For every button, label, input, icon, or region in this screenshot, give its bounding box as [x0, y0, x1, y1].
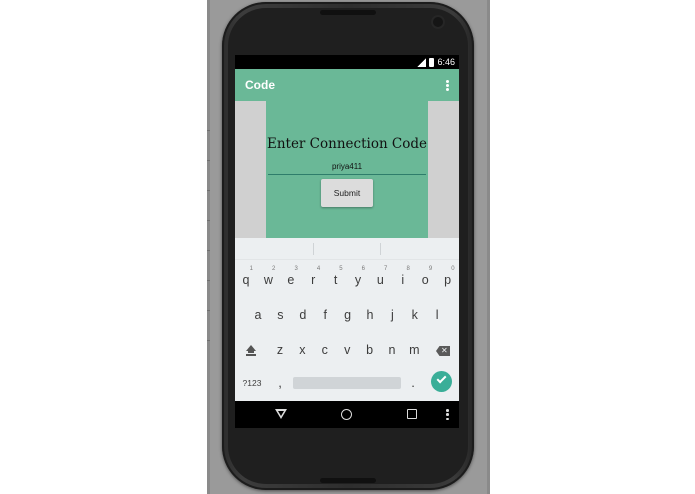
background-tick	[207, 190, 210, 191]
space-bar[interactable]	[293, 377, 401, 389]
background-edge-left	[207, 0, 210, 494]
check-icon	[436, 373, 447, 384]
key-q[interactable]: 1q	[235, 265, 257, 295]
app-title: Code	[245, 78, 275, 92]
key-b[interactable]: b	[359, 335, 381, 365]
shift-icon-stem	[248, 351, 254, 353]
key-hint-4: 4	[316, 266, 321, 272]
battery-icon	[429, 57, 435, 67]
suggestion-divider	[380, 243, 381, 255]
key-t[interactable]: 5t	[325, 265, 347, 295]
background-tick	[207, 250, 210, 251]
key-label: t	[333, 273, 338, 287]
submit-button[interactable]: Submit	[321, 179, 373, 207]
backspace-key[interactable]: ✕	[432, 338, 454, 364]
key-hint-2: 2	[272, 266, 276, 272]
key-hint-0: 0	[451, 266, 455, 272]
key-w[interactable]: 2w	[257, 265, 279, 295]
navigation-bar	[235, 401, 459, 428]
key-j[interactable]: j	[381, 300, 403, 330]
key-hint-9: 9	[428, 266, 433, 272]
background-tick	[207, 310, 210, 311]
key-y[interactable]: 6y	[347, 265, 369, 295]
key-m[interactable]: m	[403, 335, 425, 365]
key-i[interactable]: 8i	[392, 265, 414, 295]
key-x[interactable]: x	[291, 335, 313, 365]
shift-icon-base	[246, 354, 256, 356]
key-hint-1: 1	[249, 266, 253, 272]
key-h[interactable]: h	[359, 300, 381, 330]
shift-key[interactable]	[240, 338, 262, 364]
background-tick	[207, 160, 210, 161]
front-camera	[433, 17, 443, 27]
background-tick	[207, 340, 210, 341]
suggestion-strip[interactable]	[235, 238, 459, 260]
status-clock: 6:46	[437, 57, 455, 67]
key-p[interactable]: 0p	[437, 265, 459, 295]
key-s[interactable]: s	[269, 300, 291, 330]
key-d[interactable]: d	[292, 300, 314, 330]
key-label: w	[263, 273, 273, 287]
status-icons: 6:46	[417, 56, 455, 68]
key-hint-7: 7	[384, 266, 388, 272]
key-a[interactable]: a	[247, 300, 269, 330]
key-r[interactable]: 4r	[302, 265, 324, 295]
key-hint-5: 5	[339, 266, 343, 272]
background-tick	[207, 220, 210, 221]
period-key[interactable]: .	[405, 370, 421, 396]
left-margin-panel	[235, 101, 266, 238]
symbols-key[interactable]: ?123	[237, 370, 267, 396]
signal-icon	[417, 57, 427, 67]
key-label: i	[401, 273, 405, 287]
background-edge-right	[487, 0, 490, 494]
key-k[interactable]: k	[404, 300, 426, 330]
key-o[interactable]: 9o	[414, 265, 436, 295]
enter-key[interactable]	[431, 371, 452, 392]
backspace-icon-x: ✕	[441, 346, 448, 355]
soft-keyboard: 1q2w3e4r5t6y7u8i9o0p asdfghjkl zxcvbnm ✕…	[235, 238, 459, 401]
page-title: Enter Connection Code	[266, 136, 428, 152]
key-label: o	[421, 273, 429, 287]
key-v[interactable]: v	[336, 335, 358, 365]
comma-key[interactable]: ,	[272, 370, 288, 396]
key-u[interactable]: 7u	[369, 265, 391, 295]
key-z[interactable]: z	[269, 335, 291, 365]
key-label: q	[242, 273, 250, 287]
back-icon[interactable]	[275, 409, 287, 419]
speaker-grille-top	[320, 10, 376, 15]
key-hint-8: 8	[406, 266, 410, 272]
key-label: r	[311, 273, 316, 287]
status-bar: 6:46	[235, 55, 459, 69]
connection-code-input[interactable]	[268, 159, 426, 175]
key-f[interactable]: f	[314, 300, 336, 330]
recent-apps-icon[interactable]	[407, 409, 417, 419]
key-label: u	[376, 273, 384, 287]
connection-form: Enter Connection Code Submit	[235, 101, 459, 238]
key-label: y	[354, 273, 362, 287]
key-hint-6: 6	[361, 266, 365, 272]
key-label: p	[444, 273, 452, 287]
key-e[interactable]: 3e	[280, 265, 302, 295]
key-label: e	[287, 273, 295, 287]
overflow-menu-icon[interactable]	[446, 80, 449, 91]
key-n[interactable]: n	[381, 335, 403, 365]
key-g[interactable]: g	[337, 300, 359, 330]
background-tick	[207, 130, 210, 131]
background-tick	[207, 280, 210, 281]
app-bar: Code	[235, 69, 459, 101]
speaker-grille-bottom	[320, 478, 376, 483]
menu-icon[interactable]	[446, 409, 449, 420]
key-l[interactable]: l	[426, 300, 448, 330]
key-hint-3: 3	[294, 266, 298, 272]
right-margin-panel	[428, 101, 459, 238]
home-icon[interactable]	[341, 409, 352, 420]
key-c[interactable]: c	[314, 335, 336, 365]
device-screen: 6:46 Code Enter Connection Code Submit 1…	[235, 55, 459, 428]
suggestion-divider	[313, 243, 314, 255]
